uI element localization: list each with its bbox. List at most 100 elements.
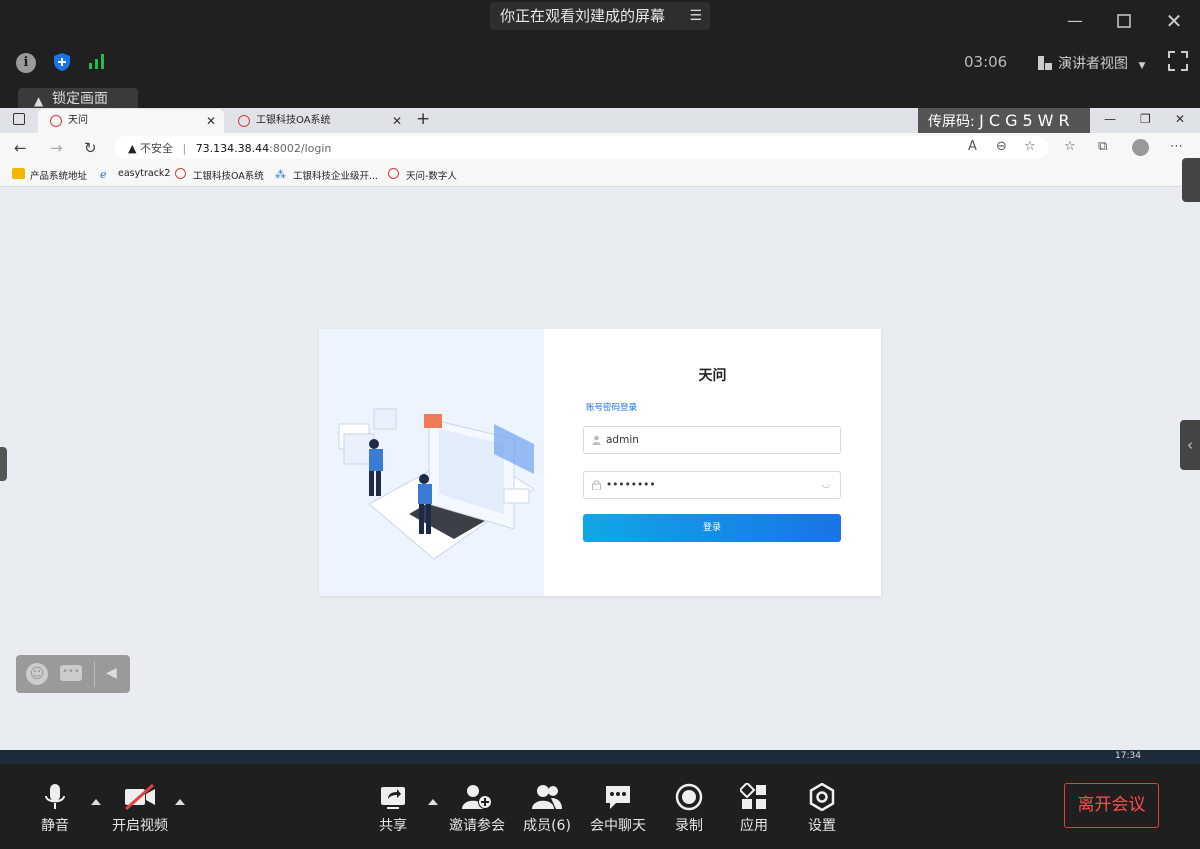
chat-icon	[606, 786, 630, 809]
tab-label: 工银科技OA系统	[256, 115, 331, 126]
mute-label: 静音	[41, 818, 69, 834]
login-button[interactable]: 登录	[583, 514, 841, 542]
remote-clock: 17:34	[1115, 751, 1141, 761]
chat-button[interactable]: 会中聊天	[578, 783, 658, 835]
record-icon	[675, 783, 703, 811]
close-tab-icon[interactable]: ✕	[392, 109, 402, 133]
settings-button[interactable]: 设置	[782, 783, 862, 835]
bookmark-easytrack[interactable]: ℯ easytrack2	[100, 168, 171, 181]
bookmark-enterprise[interactable]: ⁂ 工银科技企业级开...	[275, 168, 378, 182]
shield-icon[interactable]	[53, 52, 71, 76]
lock-screen-tab[interactable]: ▲ 锁定画面	[18, 88, 138, 108]
info-icon[interactable]: i	[16, 53, 36, 73]
layout-icon	[1038, 56, 1052, 70]
share-screen-icon	[381, 787, 405, 809]
members-icon	[532, 785, 562, 809]
zoom-out-icon[interactable]: ⊖	[996, 139, 1007, 154]
chevron-down-icon: ▼	[1138, 61, 1146, 71]
apps-label: 应用	[740, 818, 768, 834]
login-mode-tab[interactable]: 账号密码登录	[586, 401, 637, 413]
lock-icon: ▲	[34, 94, 44, 108]
bookmark-label: easytrack2	[118, 168, 171, 179]
side-panel-tab[interactable]	[1182, 158, 1200, 202]
browser-restore-icon[interactable]: ❐	[1140, 112, 1151, 126]
viewing-banner: 你正在观看刘建成的屏幕 ☰	[490, 2, 710, 30]
right-panel-handle[interactable]: ‹	[1180, 420, 1200, 470]
eye-hidden-icon[interactable]: ◡	[822, 472, 830, 498]
folder-icon	[12, 168, 25, 179]
url-path: :8002/login	[269, 142, 332, 155]
password-value: ••••••••	[606, 479, 656, 491]
collapse-icon[interactable]: ◀	[106, 665, 117, 681]
lock-icon	[592, 480, 601, 490]
browser-tab-oa[interactable]: 工银科技OA系统 ✕	[226, 109, 410, 133]
bookmark-label: 天问-数字人	[406, 171, 457, 182]
maximize-icon[interactable]	[1113, 10, 1135, 32]
view-mode-dropdown[interactable]: 演讲者视图 ▼	[1038, 53, 1145, 73]
browser-minimize-icon[interactable]: —	[1104, 112, 1116, 126]
bookmark-digital-human[interactable]: 天问-数字人	[388, 168, 457, 182]
mute-button[interactable]: 静音	[15, 783, 95, 835]
video-options-caret[interactable]	[175, 799, 185, 805]
tab-favicon-icon	[238, 115, 250, 127]
browser-close-icon[interactable]: ✕	[1175, 112, 1185, 126]
laptop-illustration	[319, 329, 544, 596]
signal-icon	[88, 52, 106, 74]
left-panel-handle[interactable]	[0, 447, 7, 481]
bank-logo-icon	[175, 168, 186, 179]
warning-icon: ▲	[128, 142, 137, 155]
menu-icon[interactable]: ☰	[689, 2, 702, 30]
leave-meeting-button[interactable]: 离开会议	[1064, 783, 1159, 828]
emoji-icon[interactable]: ☺	[26, 663, 48, 685]
viewing-banner-text: 你正在观看刘建成的屏幕	[500, 7, 666, 25]
capture-code-value: JCG5WR	[979, 111, 1075, 130]
video-off-icon	[125, 783, 155, 811]
share-button[interactable]: 共享	[353, 783, 433, 835]
favorite-add-icon[interactable]: ☆	[1024, 139, 1036, 154]
profile-avatar[interactable]	[1132, 139, 1149, 156]
remote-taskbar	[0, 750, 1200, 764]
lock-screen-label: 锁定画面	[52, 91, 108, 107]
divider	[94, 661, 95, 687]
tab-label: 天问	[68, 115, 88, 126]
settings-label: 设置	[808, 818, 836, 834]
members-button[interactable]: 成员(6)	[507, 783, 587, 835]
shared-screen: 天问 ✕ 工银科技OA系统 ✕ + 传屏码: JCG5WR — ❐ ✕ ← → …	[0, 108, 1200, 764]
record-label: 录制	[675, 818, 703, 834]
lock-bar	[0, 82, 1200, 108]
username-field[interactable]: admin	[583, 426, 841, 454]
bookmark-oa[interactable]: 工银科技OA系统	[175, 168, 264, 182]
favorites-icon[interactable]: ☆	[1064, 139, 1076, 154]
more-icon[interactable]: ⋯	[1170, 139, 1183, 154]
password-field[interactable]: •••••••• ◡	[583, 471, 841, 499]
invite-button[interactable]: 邀请参会	[437, 783, 517, 835]
username-value: admin	[606, 434, 639, 446]
minimize-icon[interactable]: —	[1064, 10, 1086, 32]
add-user-icon	[462, 785, 492, 809]
capture-code-label: 传屏码:	[928, 114, 975, 130]
user-icon	[592, 435, 601, 445]
close-icon[interactable]: ✕	[1163, 10, 1185, 32]
meeting-timer: 03:06	[964, 53, 1008, 71]
browser-tab-tianwen[interactable]: 天问 ✕	[38, 109, 224, 133]
new-tab-icon[interactable]: +	[416, 109, 430, 129]
network-icon: ⁂	[275, 168, 286, 181]
chat-label: 会中聊天	[590, 818, 646, 834]
reaction-toolbar: ☺ ••• ◀	[16, 655, 130, 693]
bookmark-label: 工银科技OA系统	[193, 171, 264, 182]
read-aloud-icon[interactable]: A	[968, 139, 977, 154]
chat-bubble-icon[interactable]: •••	[60, 665, 82, 681]
bookmark-product-systems[interactable]: 产品系统地址	[12, 168, 87, 182]
fullscreen-icon[interactable]	[1168, 51, 1188, 75]
close-tab-icon[interactable]: ✕	[206, 109, 216, 133]
invite-label: 邀请参会	[449, 818, 505, 834]
reload-icon[interactable]: ↻	[84, 139, 97, 157]
easytrack-icon: ℯ	[100, 168, 107, 181]
back-icon[interactable]: ←	[14, 139, 27, 157]
meeting-status-row	[0, 42, 1200, 82]
tab-actions-icon[interactable]	[13, 113, 25, 125]
collections-icon[interactable]: ⧉	[1098, 139, 1107, 154]
forward-icon[interactable]: →	[50, 139, 63, 157]
url-text: ▲ 不安全 | 73.134.38.44:8002/login	[128, 142, 332, 155]
start-video-button[interactable]: 开启视频	[100, 783, 180, 835]
